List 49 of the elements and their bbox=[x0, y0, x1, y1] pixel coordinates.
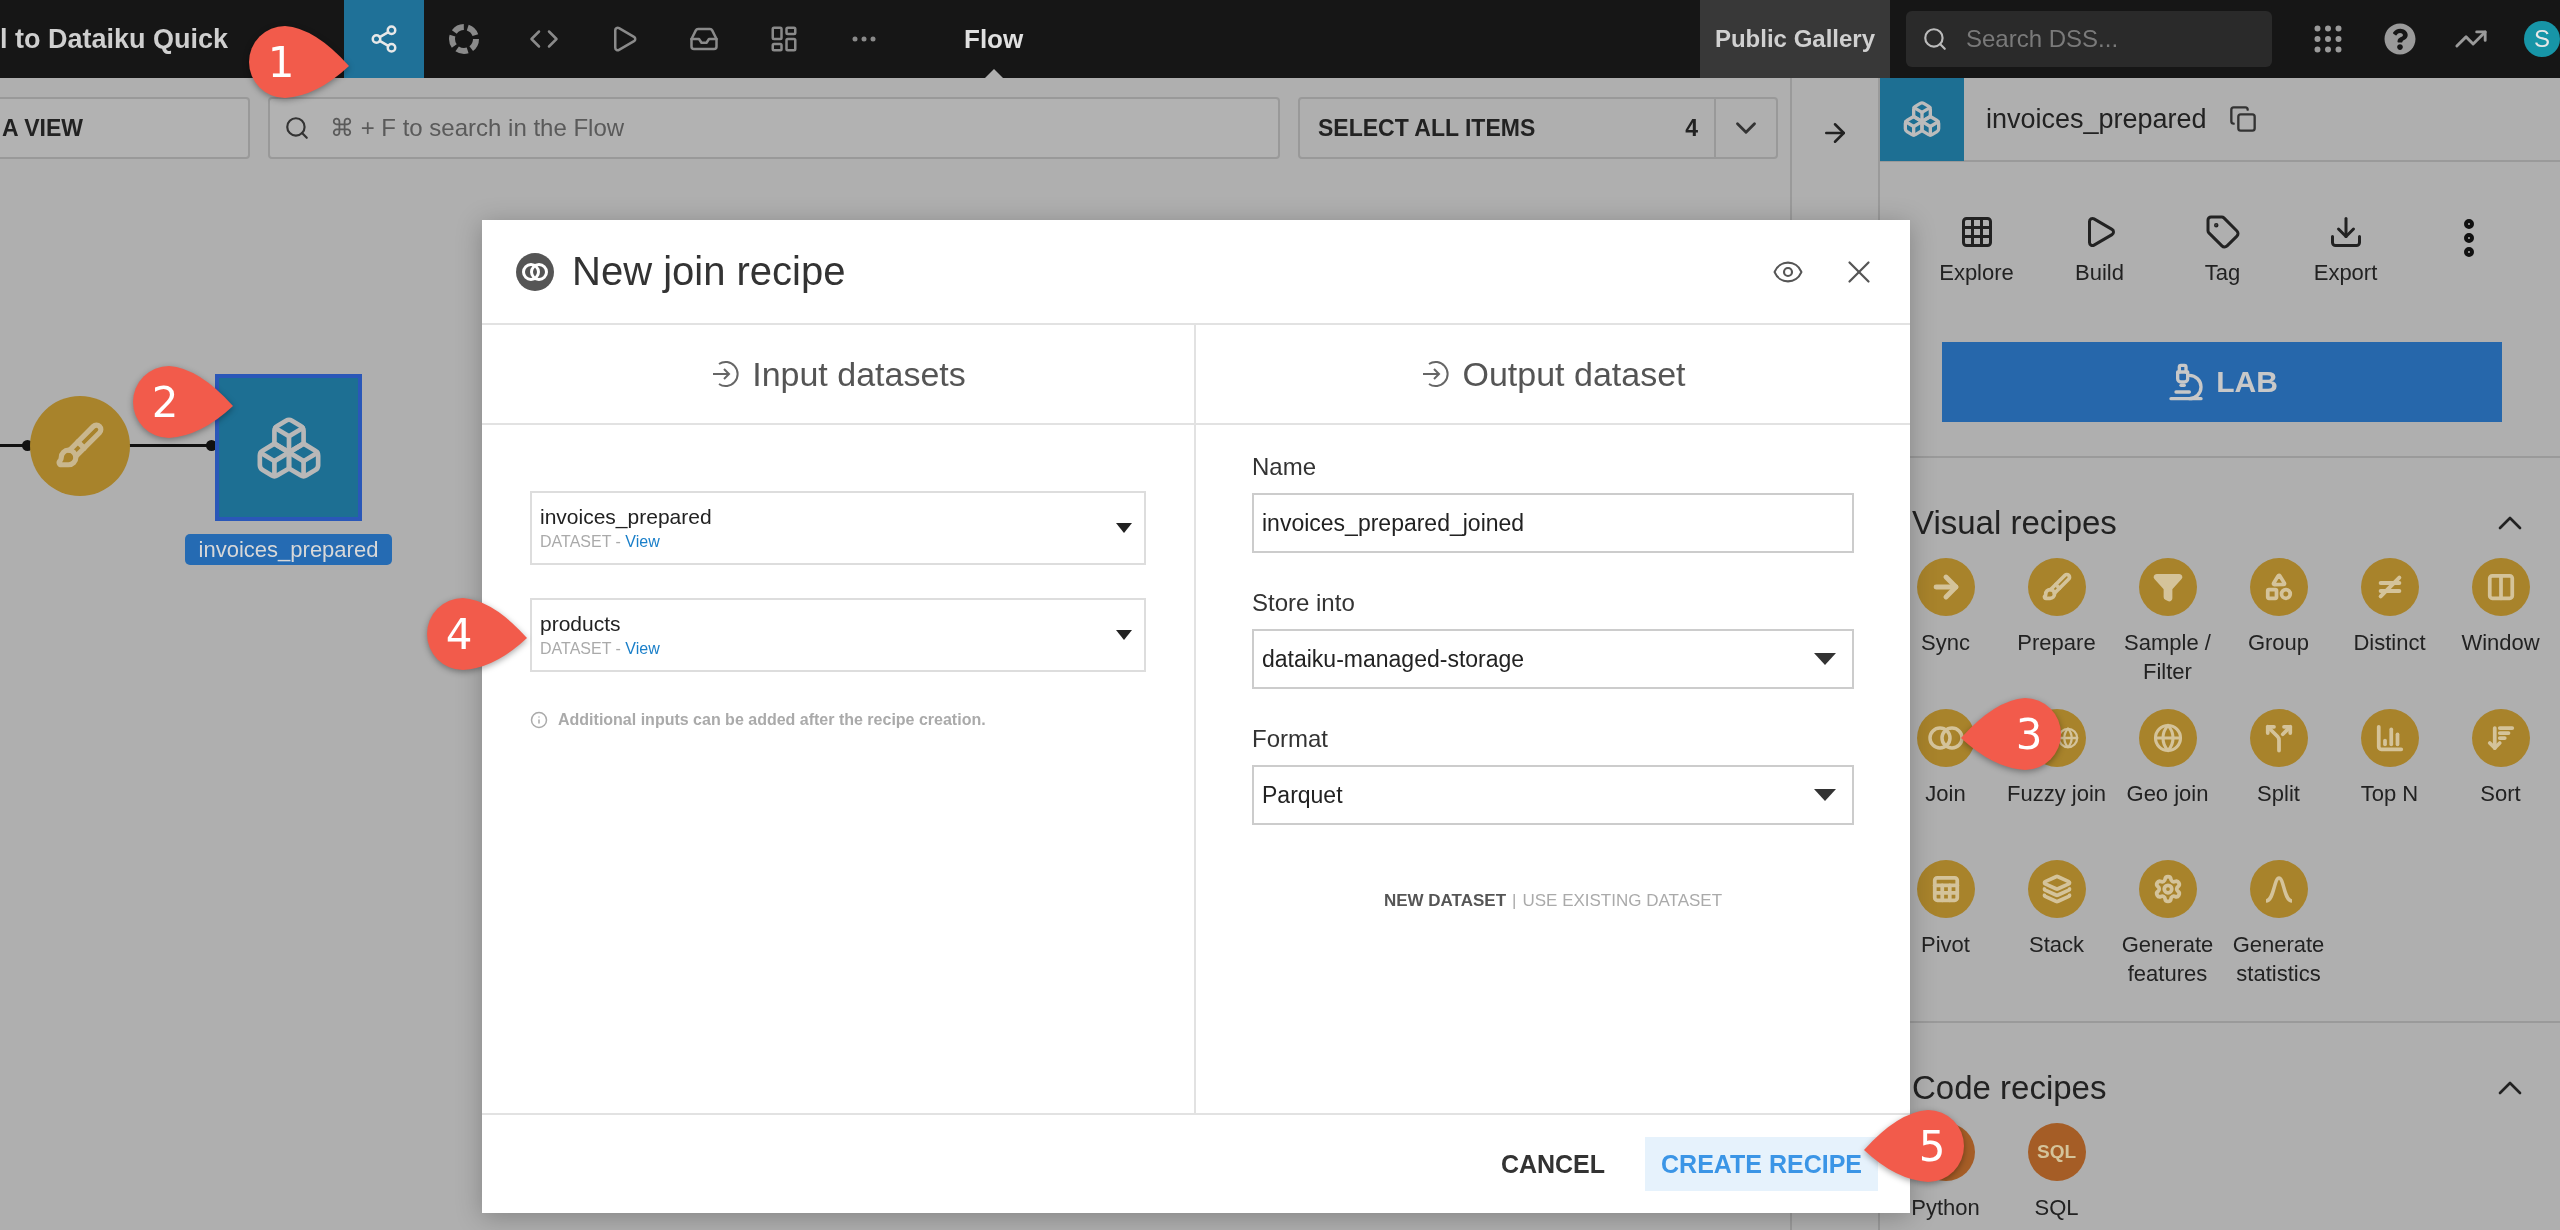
recipe-item[interactable]: Prepare bbox=[2001, 558, 2112, 688]
dialog-title: New join recipe bbox=[572, 249, 847, 294]
view-button[interactable]: A VIEW bbox=[0, 97, 250, 159]
recipe-item[interactable]: Window bbox=[2445, 558, 2556, 688]
dataset-name: products bbox=[540, 612, 622, 636]
hint-text: Additional inputs can be added after the recipe creation. bbox=[558, 711, 986, 729]
action-button[interactable]: Tag bbox=[2161, 214, 2284, 304]
recipe-item[interactable]: Split bbox=[2223, 709, 2334, 839]
search-field[interactable]: Search DSS... bbox=[1906, 11, 2272, 67]
dataset-name: invoices_prepared bbox=[540, 505, 712, 529]
dataset-select[interactable]: invoices_prepared DATASET - View bbox=[530, 491, 1146, 565]
dropdown-field[interactable]: Parquet bbox=[1252, 765, 1854, 825]
view-link[interactable]: View bbox=[625, 533, 660, 550]
item-count: 4 bbox=[1685, 114, 1698, 142]
recipe-icon: SQL bbox=[2027, 1123, 2086, 1181]
view-link[interactable]: View bbox=[625, 640, 660, 657]
action-button[interactable]: Build bbox=[2038, 214, 2161, 304]
recipe-item[interactable]: Sort bbox=[2445, 709, 2556, 839]
separator-text: | bbox=[1512, 891, 1517, 911]
action-button[interactable]: Explore bbox=[1915, 214, 2038, 304]
flow-search-field[interactable]: ⌘ + F to search in the Flow bbox=[268, 97, 1280, 159]
recipe-item[interactable]: Group bbox=[2223, 558, 2334, 688]
dataset-select[interactable]: products DATASET - View bbox=[530, 598, 1146, 672]
cancel-button[interactable]: CANCEL bbox=[1484, 1137, 1622, 1191]
recipe-item[interactable]: Distinct bbox=[2334, 558, 2445, 688]
field-label: Format bbox=[1252, 725, 1329, 753]
recipe-item[interactable]: Geo join bbox=[2112, 709, 2223, 839]
mode-link[interactable]: NEW DATASET bbox=[1383, 891, 1507, 911]
column-heading: Output dataset bbox=[1462, 354, 1686, 394]
gallery-link[interactable]: Public Gallery bbox=[1700, 0, 1890, 78]
section-heading: Visual recipes bbox=[1912, 504, 2117, 542]
name-input-field[interactable]: invoices_prepared_joined bbox=[1252, 493, 1854, 553]
recipe-item[interactable]: Sample / Filter bbox=[2112, 558, 2223, 688]
dataset-type: DATASET - View bbox=[540, 533, 661, 551]
recipe-item[interactable]: Generate statistics bbox=[2223, 860, 2334, 990]
recipe-item[interactable]: Top N bbox=[2334, 709, 2445, 839]
recipe-item[interactable]: Generate features bbox=[2112, 860, 2223, 990]
section-title: Flow bbox=[964, 0, 1024, 78]
section-heading: Code recipes bbox=[1912, 1069, 2107, 1107]
field-label: Name bbox=[1252, 453, 1318, 481]
dataset-label: invoices_prepared bbox=[185, 534, 392, 565]
recipe-item[interactable]: SQL SQL bbox=[2001, 1123, 2112, 1230]
dropdown-field[interactable]: dataiku-managed-storage bbox=[1252, 629, 1854, 689]
field-label: Store into bbox=[1252, 589, 1356, 617]
recipe-item[interactable]: Stack bbox=[2001, 860, 2112, 990]
dataset-type: DATASET - View bbox=[540, 640, 660, 658]
action-button[interactable]: Export bbox=[2284, 214, 2407, 304]
dataset-name: invoices_prepared bbox=[1986, 103, 2207, 135]
column-heading: Input datasets bbox=[752, 354, 966, 394]
